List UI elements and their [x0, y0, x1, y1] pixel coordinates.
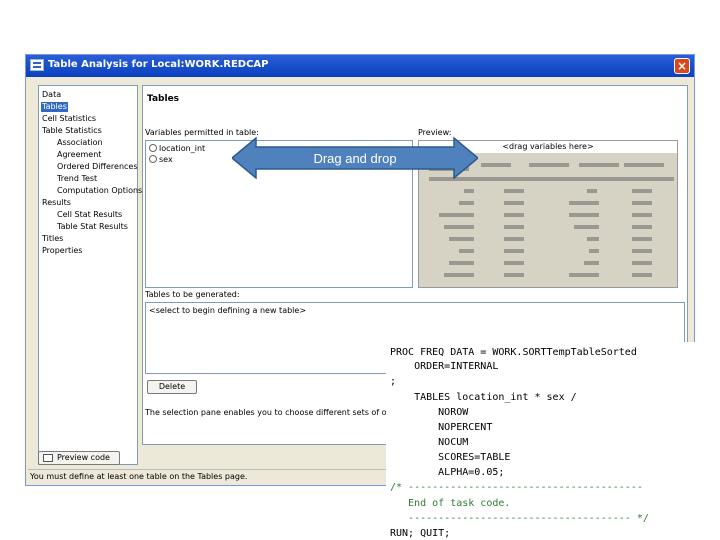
generated-sas-code: PROC FREQ DATA = WORK.SORTTempTableSorte…: [386, 342, 702, 540]
table-icon: [30, 59, 44, 71]
code-comment-line: /* -------------------------------------…: [390, 482, 643, 493]
code-line: ALPHA=0.05;: [390, 467, 505, 478]
nav-item-tables[interactable]: Tables: [41, 102, 68, 112]
code-line: RUN; QUIT;: [390, 528, 451, 539]
code-comment-line: ------------------------------------- */: [390, 513, 649, 524]
drag-and-drop-arrow: Drag and drop: [232, 137, 478, 179]
title-bar: Table Analysis for Local:WORK.REDCAP ×: [26, 55, 694, 77]
preview-code-button[interactable]: Preview code: [38, 451, 120, 465]
nav-item-trend-test[interactable]: Trend Test: [57, 174, 97, 184]
variables-label: Variables permitted in table:: [145, 128, 259, 137]
code-line: SCORES=TABLE: [390, 452, 511, 463]
variable-icon: [149, 155, 157, 163]
nav-item-cell-stat-results[interactable]: Cell Stat Results: [57, 210, 122, 220]
tables-to-generate-label: Tables to be generated:: [145, 290, 240, 299]
nav-item-ordered-differences[interactable]: Ordered Differences: [57, 162, 138, 172]
nav-item-data[interactable]: Data: [42, 90, 61, 100]
nav-item-association[interactable]: Association: [57, 138, 103, 148]
variable-icon: [149, 144, 157, 152]
nav-item-agreement[interactable]: Agreement: [57, 150, 101, 160]
code-preview-icon: [43, 454, 53, 462]
nav-item-results[interactable]: Results: [42, 198, 71, 208]
code-line: ORDER=INTERNAL: [390, 361, 499, 372]
code-line: NOPERCENT: [390, 422, 493, 433]
nav-item-titles[interactable]: Titles: [42, 234, 63, 244]
nav-item-table-statistics[interactable]: Table Statistics: [42, 126, 102, 136]
code-line: NOROW: [390, 407, 469, 418]
nav-item-cell-statistics[interactable]: Cell Statistics: [42, 114, 96, 124]
drag-and-drop-label: Drag and drop: [313, 151, 396, 166]
nav-item-properties[interactable]: Properties: [42, 246, 82, 256]
code-line: TABLES location_int * sex /: [390, 392, 577, 403]
variable-item[interactable]: sex: [149, 155, 173, 164]
nav-item-table-stat-results[interactable]: Table Stat Results: [57, 222, 128, 232]
code-line: NOCUM: [390, 437, 469, 448]
window-title: Table Analysis for Local:WORK.REDCAP: [48, 59, 269, 70]
nav-tree: Data Tables Cell Statistics Table Statis…: [38, 85, 142, 465]
preview-label: Preview:: [418, 128, 452, 137]
code-line: PROC FREQ DATA = WORK.SORTTempTableSorte…: [390, 347, 637, 358]
code-line: ;: [390, 376, 397, 387]
close-button[interactable]: ×: [674, 58, 690, 74]
nav-item-computation-options[interactable]: Computation Options: [57, 186, 142, 196]
delete-button[interactable]: Delete: [147, 380, 197, 394]
code-comment-line: End of task code.: [390, 498, 511, 509]
selection-pane-description: The selection pane enables you to choose…: [145, 408, 425, 417]
section-title: Tables: [147, 94, 180, 104]
variable-item[interactable]: location_int: [149, 144, 205, 153]
new-table-placeholder[interactable]: <select to begin defining a new table>: [149, 306, 306, 315]
